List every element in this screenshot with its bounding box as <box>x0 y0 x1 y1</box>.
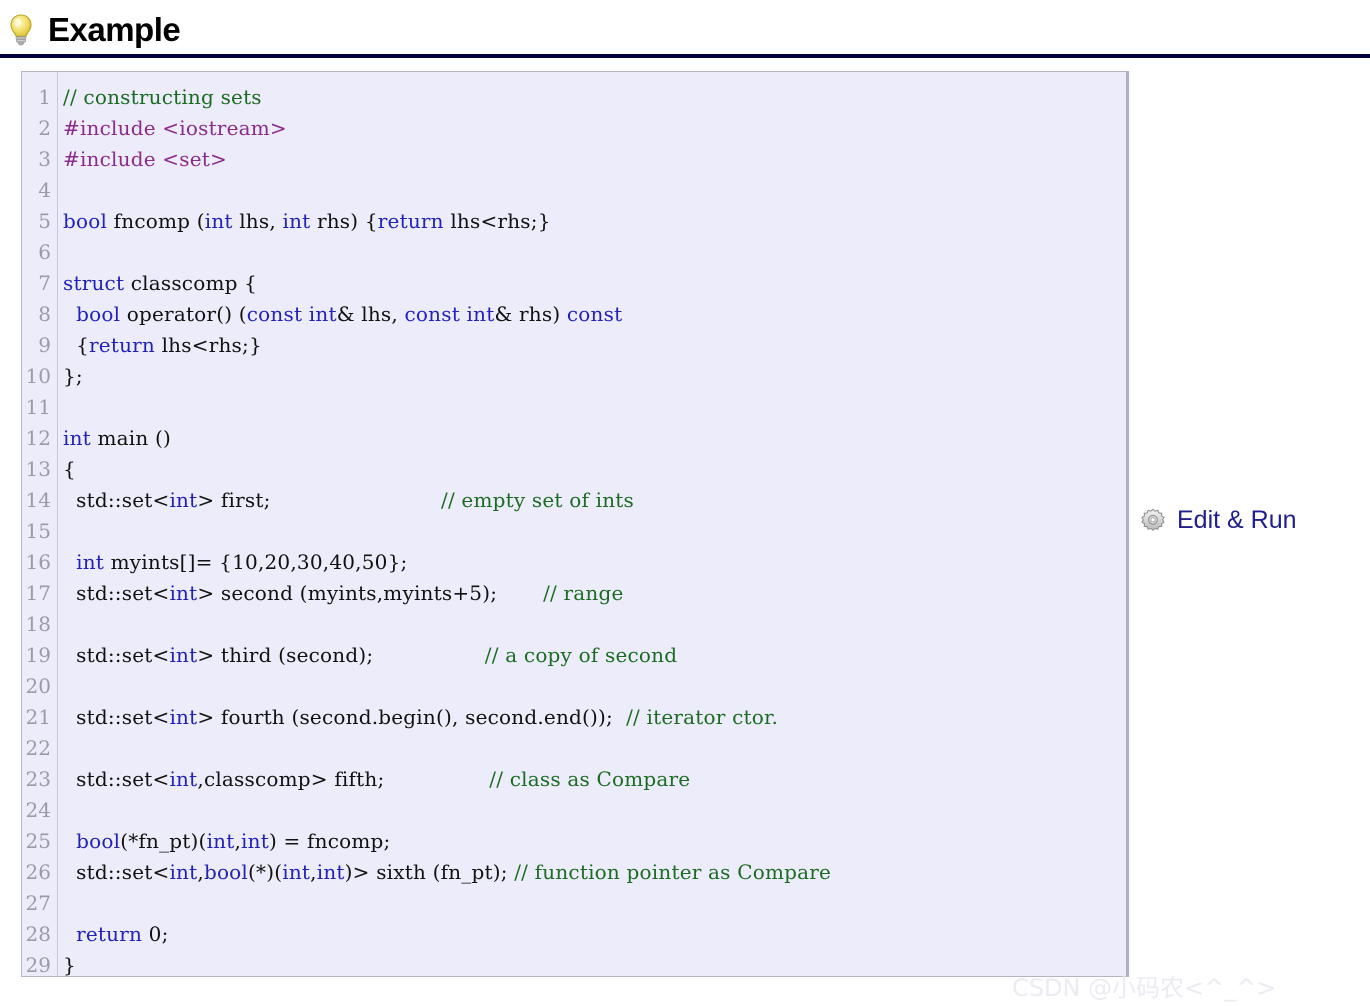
line-number: 2 <box>38 116 51 140</box>
code-line: bool operator() (const int& lhs, const i… <box>76 302 623 326</box>
edit-and-run-label: Edit & Run <box>1177 506 1297 534</box>
lightbulb-icon <box>6 13 36 47</box>
code-line: std::set<int> fourth (second.begin(), se… <box>76 705 779 729</box>
code-line: bool(*fn_pt)(int,int) = fncomp; <box>76 829 391 853</box>
code-line: return 0; <box>76 922 169 946</box>
code-line: // constructing sets <box>63 85 262 109</box>
line-number: 3 <box>38 147 51 171</box>
code-line: std::set<int> second (myints,myints+5); … <box>76 581 624 605</box>
code-sample-block: 1 2 3 4 5 6 7 8 9 10 11 12 13 14 15 16 17 18 19 20 21 22 23 24 2… <box>21 71 1129 977</box>
code-line: struct classcomp { <box>63 271 258 295</box>
line-number: 27 <box>25 891 51 915</box>
code-line: #include <iostream> <box>63 116 287 140</box>
line-number: 28 <box>25 922 51 946</box>
page-header: Example <box>0 0 1370 58</box>
line-number-gutter: 1 2 3 4 5 6 7 8 9 10 11 12 13 14 15 16 17 18 19 20 21 22 23 24 2… <box>22 72 58 976</box>
line-number: 16 <box>25 550 51 574</box>
line-number: 12 <box>25 426 51 450</box>
code-line: int myints[]= {10,20,30,40,50}; <box>76 550 408 574</box>
code-line: bool fncomp (int lhs, int rhs) {return l… <box>63 209 551 233</box>
line-number: 20 <box>25 674 51 698</box>
line-number: 18 <box>25 612 51 636</box>
line-number: 17 <box>25 581 51 605</box>
code-line: } <box>63 953 76 977</box>
code-line: int main () <box>63 426 172 450</box>
code-line: std::set<int,classcomp> fifth; // class … <box>76 767 691 791</box>
line-number: 29 <box>25 953 51 977</box>
line-number: 26 <box>25 860 51 884</box>
line-number: 8 <box>38 302 51 326</box>
line-number: 14 <box>25 488 51 512</box>
line-number: 5 <box>38 209 51 233</box>
line-number: 13 <box>25 457 51 481</box>
line-number: 11 <box>25 395 51 419</box>
edit-and-run-button[interactable]: Edit & Run <box>1139 506 1297 535</box>
line-number: 7 <box>38 271 51 295</box>
code-line: std::set<int> third (second); // a copy … <box>76 643 678 667</box>
line-number: 9 <box>38 333 51 357</box>
header-divider <box>0 54 1370 58</box>
line-number: 15 <box>25 519 51 543</box>
line-number: 19 <box>25 643 51 667</box>
code-line: std::set<int> first; // empty set of int… <box>76 488 635 512</box>
csdn-watermark: CSDN @小码农<^_^> <box>1012 974 1277 1002</box>
line-number: 25 <box>25 829 51 853</box>
line-number: 21 <box>25 705 51 729</box>
line-number: 4 <box>38 178 51 202</box>
code-line: std::set<int,bool(*)(int,int)> sixth (fn… <box>76 860 832 884</box>
code-line: { <box>63 457 76 481</box>
page-title: Example <box>48 10 181 48</box>
line-number: 10 <box>25 364 51 388</box>
line-number: 6 <box>38 240 51 264</box>
gear-icon <box>1139 507 1167 535</box>
line-number: 1 <box>38 85 51 109</box>
line-number: 24 <box>25 798 51 822</box>
line-number: 22 <box>25 736 51 760</box>
code-content[interactable]: // constructing sets #include <iostream> #… <box>58 72 1126 976</box>
code-line: #include <set> <box>63 147 227 171</box>
code-line: }; <box>63 364 83 388</box>
line-number: 23 <box>25 767 51 791</box>
code-line: {return lhs<rhs;} <box>63 333 262 357</box>
